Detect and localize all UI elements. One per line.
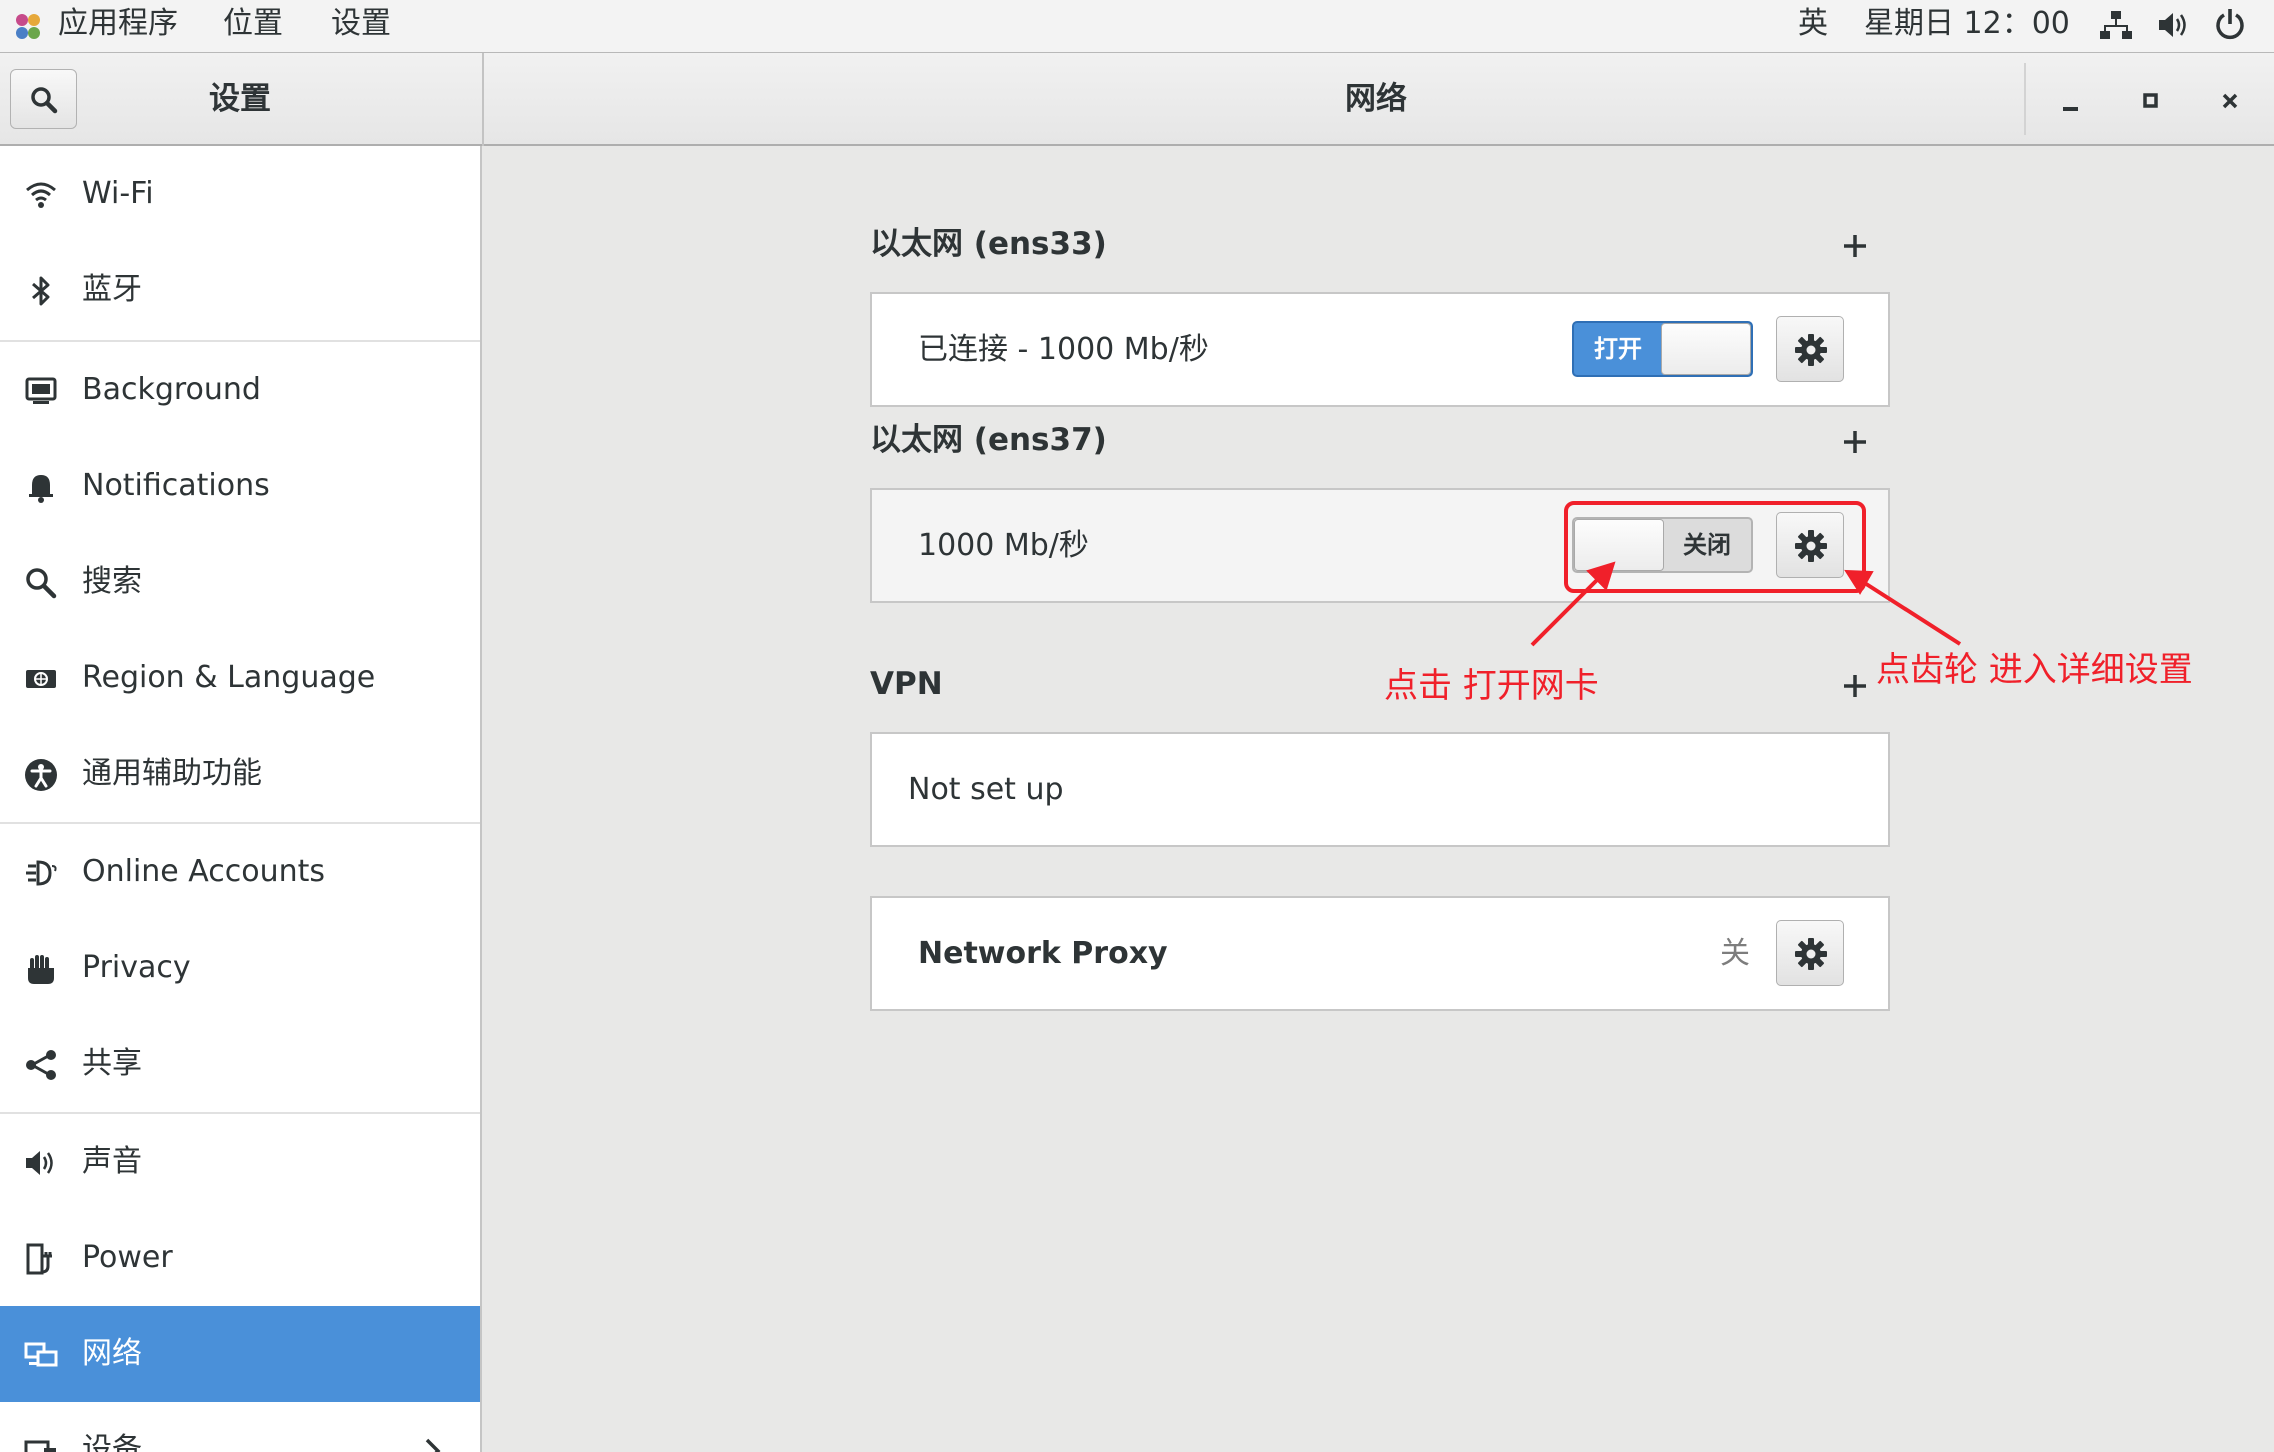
sidebar-item-bluetooth[interactable]: 蓝牙 [0, 242, 480, 338]
page-title: 网络 [1345, 81, 1407, 117]
network-proxy-row[interactable]: Network Proxy 关 [870, 896, 1890, 1011]
accessibility-icon [25, 759, 57, 791]
gear-icon [1795, 530, 1827, 562]
background-icon [25, 377, 57, 404]
chevron-right-icon [425, 1438, 441, 1452]
hand-icon [28, 955, 54, 984]
search-button[interactable] [10, 69, 77, 129]
header-bar: 设置 网络 [0, 53, 2274, 146]
vpn-status: Not set up [908, 772, 1064, 807]
gear-icon [1795, 938, 1827, 970]
sidebar-item-label: Online Accounts [82, 854, 326, 889]
top-panel: 应用程序 位置 设置 英 星期日 12：00 [0, 0, 2274, 53]
sidebar-item-notifications[interactable]: Notifications [0, 438, 480, 534]
share-icon [26, 1050, 56, 1080]
add-vpn-button[interactable] [1840, 671, 1870, 701]
add-connection-ens33-button[interactable] [1840, 231, 1870, 261]
sidebar-item-region-language[interactable]: Region & Language [0, 630, 480, 726]
sidebar-item-devices[interactable]: 设备 [0, 1402, 480, 1452]
header-divider [482, 53, 484, 146]
annotation-gear-hint: 点齿轮 进入详细设置 [1876, 650, 2193, 690]
vpn-title: VPN [870, 666, 943, 702]
region-icon [26, 670, 56, 688]
input-method-indicator[interactable]: 英 [1798, 4, 1828, 44]
sidebar: Wi-Fi 蓝牙 Background Notifications 搜索 Reg… [0, 146, 482, 1452]
sidebar-item-online-accounts[interactable]: Online Accounts [0, 824, 480, 920]
power-plug-icon [26, 1243, 52, 1275]
sidebar-item-power[interactable]: Power [0, 1210, 480, 1306]
sidebar-item-label: 设备 [82, 1432, 142, 1452]
devices-icon [24, 1440, 56, 1452]
sidebar-item-label: Wi-Fi [82, 176, 154, 211]
connection-status: 1000 Mb/秒 [918, 528, 1089, 563]
sidebar-item-label: Privacy [82, 950, 191, 985]
switch-label: 打开 [1594, 335, 1642, 363]
connection-status: 已连接 - 1000 Mb/秒 [918, 332, 1209, 367]
network-proxy-settings-button[interactable] [1776, 920, 1844, 986]
power-menu-icon[interactable] [2214, 8, 2246, 40]
search-icon [26, 568, 57, 599]
vpn-row: Not set up [870, 732, 1890, 847]
network-proxy-status: 关 [1720, 936, 1750, 971]
speaker-icon [26, 1151, 53, 1175]
close-button[interactable] [2208, 79, 2252, 123]
clock[interactable]: 星期日 12：00 [1864, 4, 2070, 44]
ens37-switch[interactable]: 关闭 [1572, 517, 1753, 573]
ethernet-ens33-row: 已连接 - 1000 Mb/秒 打开 [870, 292, 1890, 407]
wifi-icon [26, 182, 56, 208]
switch-label: 关闭 [1683, 531, 1731, 559]
network-icon [24, 1342, 58, 1367]
sidebar-item-accessibility[interactable]: 通用辅助功能 [0, 726, 480, 822]
apps-menu[interactable]: 应用程序 [58, 4, 178, 44]
search-icon [31, 87, 58, 114]
ethernet-ens37-row: 1000 Mb/秒 关闭 [870, 488, 1890, 603]
sidebar-item-privacy[interactable]: Privacy [0, 920, 480, 1016]
sidebar-item-label: Background [82, 372, 261, 407]
annotation-switch-hint: 点击 打开网卡 [1384, 666, 1599, 706]
ens33-switch[interactable]: 打开 [1572, 321, 1753, 377]
sidebar-item-label: Notifications [82, 468, 270, 503]
places-menu[interactable]: 位置 [223, 4, 283, 44]
apps-logo-icon [16, 14, 40, 39]
gear-icon [1795, 334, 1827, 366]
ethernet-ens33-title: 以太网 (ens33) [870, 226, 1107, 262]
volume-icon[interactable] [2157, 9, 2191, 41]
sidebar-item-label: 网络 [82, 1336, 142, 1371]
sidebar-title: 设置 [209, 81, 271, 117]
sidebar-item-background[interactable]: Background [0, 342, 480, 438]
sidebar-item-search[interactable]: 搜索 [0, 534, 480, 630]
bluetooth-icon [32, 276, 50, 306]
switch-knob[interactable] [1661, 323, 1751, 375]
network-proxy-label: Network Proxy [918, 936, 1168, 971]
sidebar-item-label: 通用辅助功能 [82, 756, 262, 791]
sidebar-item-network[interactable]: 网络 [0, 1306, 480, 1402]
sidebar-item-label: 共享 [82, 1046, 142, 1081]
add-connection-ens37-button[interactable] [1840, 427, 1870, 457]
online-accounts-icon [26, 860, 57, 886]
sidebar-item-sound[interactable]: 声音 [0, 1114, 480, 1210]
sidebar-item-sharing[interactable]: 共享 [0, 1016, 480, 1112]
minimize-button[interactable] [2048, 79, 2092, 123]
ens37-settings-button[interactable] [1776, 512, 1844, 578]
sidebar-item-label: 声音 [82, 1144, 142, 1179]
sidebar-item-wifi[interactable]: Wi-Fi [0, 146, 480, 242]
network-status-icon[interactable] [2100, 9, 2132, 41]
ens33-settings-button[interactable] [1776, 316, 1844, 382]
ethernet-ens37-title: 以太网 (ens37) [870, 422, 1107, 458]
header-divider [2024, 63, 2026, 135]
sidebar-item-label: 蓝牙 [82, 272, 142, 307]
sidebar-item-label: Power [82, 1240, 173, 1275]
switch-knob[interactable] [1574, 519, 1664, 571]
bell-icon [29, 475, 53, 503]
maximize-button[interactable] [2128, 79, 2172, 123]
sidebar-item-label: Region & Language [82, 660, 376, 695]
sidebar-item-label: 搜索 [82, 564, 142, 599]
settings-menu[interactable]: 设置 [331, 4, 391, 44]
